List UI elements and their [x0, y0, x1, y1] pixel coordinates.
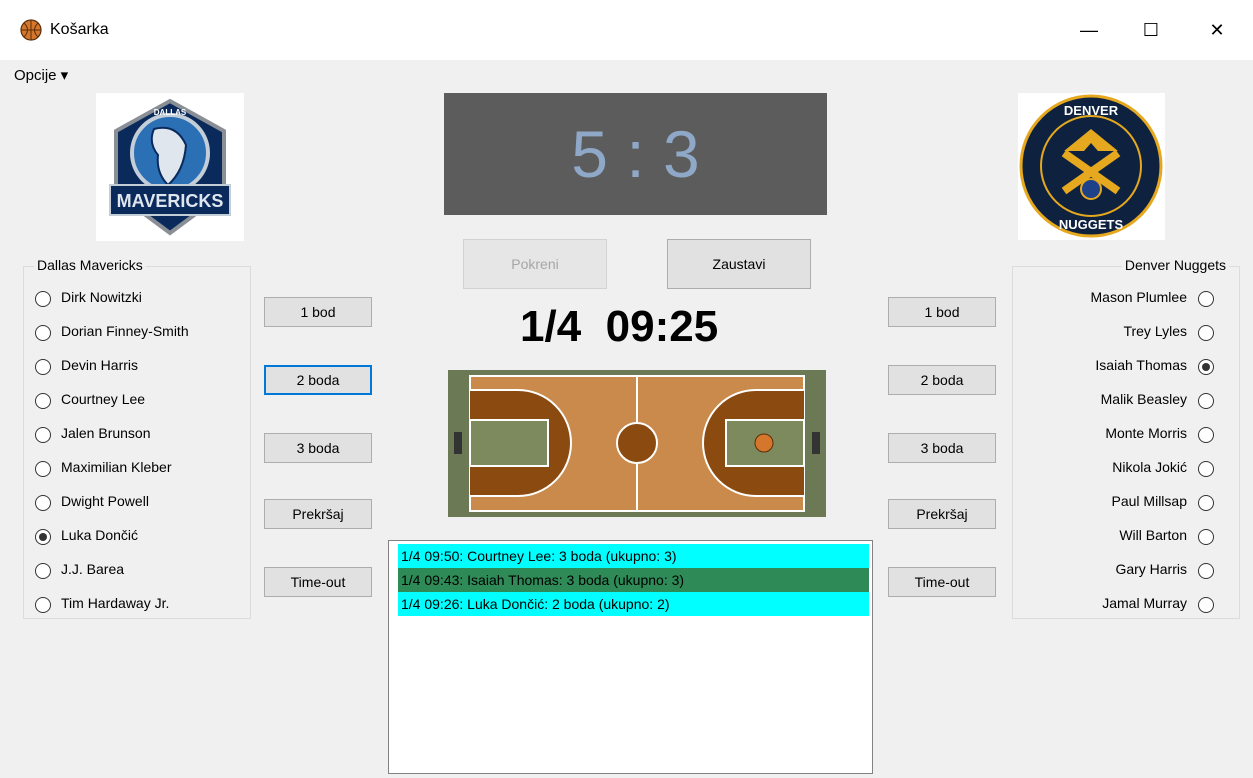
- player-label: Devin Harris: [61, 357, 139, 373]
- radio-button[interactable]: [1198, 427, 1214, 443]
- radio-button[interactable]: [1198, 597, 1214, 613]
- away-score: 3: [663, 117, 700, 191]
- radio-button[interactable]: [35, 291, 51, 307]
- player-label: Nikola Jokić: [1112, 459, 1187, 475]
- menu-bar: [0, 60, 1253, 90]
- away-3-boda-button[interactable]: 3 boda: [888, 433, 996, 463]
- start-button[interactable]: Pokreni: [463, 239, 607, 289]
- player-label: Dorian Finney-Smith: [61, 323, 189, 339]
- basketball-icon: [20, 19, 42, 41]
- basketball-court-image: [448, 370, 826, 517]
- player-label: Jalen Brunson: [61, 425, 151, 441]
- player-label: Paul Millsap: [1111, 493, 1187, 509]
- home-team-group: Dallas Mavericks Dirk Nowitzki Dorian Fi…: [23, 257, 251, 619]
- player-label: Dwight Powell: [61, 493, 149, 509]
- player-label: Maximilian Kleber: [61, 459, 172, 475]
- away-foul-button[interactable]: Prekršaj: [888, 499, 996, 529]
- minimize-button[interactable]: —: [1066, 10, 1112, 50]
- radio-button[interactable]: [1198, 291, 1214, 307]
- home-team-logo: MAVERICKS DALLAS: [96, 93, 244, 241]
- radio-button[interactable]: [35, 393, 51, 409]
- away-2-boda-button[interactable]: 2 boda: [888, 365, 996, 395]
- minimize-icon: —: [1080, 20, 1098, 40]
- radio-button[interactable]: [35, 495, 51, 511]
- home-timeout-button[interactable]: Time-out: [264, 567, 372, 597]
- radio-button[interactable]: [35, 529, 51, 545]
- radio-button[interactable]: [35, 359, 51, 375]
- log-entry[interactable]: 1/4 09:43: Isaiah Thomas: 3 boda (ukupno…: [398, 568, 869, 592]
- radio-button[interactable]: [1198, 325, 1214, 341]
- close-icon: ✕: [1209, 20, 1225, 40]
- home-3-boda-button[interactable]: 3 boda: [264, 433, 372, 463]
- player-label: Gary Harris: [1115, 561, 1187, 577]
- home-foul-button[interactable]: Prekršaj: [264, 499, 372, 529]
- away-logo-text: DENVER: [1064, 103, 1119, 118]
- away-timeout-button[interactable]: Time-out: [888, 567, 996, 597]
- radio-button[interactable]: [1198, 563, 1214, 579]
- player-label: Luka Dončić: [61, 527, 139, 543]
- log-entry[interactable]: 1/4 09:50: Courtney Lee: 3 boda (ukupno:…: [398, 544, 869, 568]
- radio-button[interactable]: [1198, 529, 1214, 545]
- menu-opcije[interactable]: Opcije ▾: [14, 66, 68, 84]
- score-separator: :: [626, 117, 645, 191]
- home-logo-top-text: DALLAS: [154, 108, 187, 117]
- home-score: 5: [571, 117, 608, 191]
- radio-button[interactable]: [1198, 393, 1214, 409]
- player-label: Monte Morris: [1105, 425, 1187, 441]
- player-label: Will Barton: [1119, 527, 1187, 543]
- player-label: Jamal Murray: [1102, 595, 1187, 611]
- radio-button[interactable]: [1198, 495, 1214, 511]
- player-label: Courtney Lee: [61, 391, 146, 407]
- time-label: 09:25: [605, 302, 719, 351]
- away-logo-bottom-text: NUGGETS: [1059, 217, 1124, 232]
- scoreboard: 5 : 3: [444, 93, 827, 215]
- home-2-boda-button[interactable]: 2 boda: [264, 365, 372, 395]
- window-title: Košarka: [50, 21, 109, 38]
- home-1-bod-button[interactable]: 1 bod: [264, 297, 372, 327]
- player-label: Trey Lyles: [1123, 323, 1187, 339]
- home-team-name: Dallas Mavericks: [34, 257, 146, 273]
- player-label: Malik Beasley: [1100, 391, 1187, 407]
- log-entry[interactable]: 1/4 09:26: Luka Dončić: 2 boda (ukupno: …: [398, 592, 869, 616]
- radio-button[interactable]: [35, 597, 51, 613]
- quarter-label: 1/4: [520, 302, 582, 351]
- player-label: Dirk Nowitzki: [61, 289, 142, 305]
- game-clock: 1/4 09:25: [520, 302, 718, 352]
- maximize-button[interactable]: ☐: [1128, 10, 1174, 50]
- close-button[interactable]: ✕: [1194, 10, 1240, 50]
- event-log[interactable]: 1/4 09:50: Courtney Lee: 3 boda (ukupno:…: [388, 540, 873, 774]
- away-team-name: Denver Nuggets: [1121, 257, 1229, 273]
- radio-button[interactable]: [35, 461, 51, 477]
- maximize-icon: ☐: [1142, 20, 1160, 40]
- player-label: Mason Plumlee: [1090, 289, 1188, 305]
- player-label: Isaiah Thomas: [1095, 357, 1187, 373]
- away-team-logo: DENVER NUGGETS: [1018, 93, 1165, 240]
- home-logo-text: MAVERICKS: [117, 191, 224, 211]
- radio-button[interactable]: [35, 427, 51, 443]
- away-1-bod-button[interactable]: 1 bod: [888, 297, 996, 327]
- radio-button[interactable]: [35, 563, 51, 579]
- stop-button[interactable]: Zaustavi: [667, 239, 811, 289]
- radio-button[interactable]: [35, 325, 51, 341]
- radio-button[interactable]: [1198, 461, 1214, 477]
- player-label: J.J. Barea: [61, 561, 125, 577]
- radio-button[interactable]: [1198, 359, 1214, 375]
- player-label: Tim Hardaway Jr.: [61, 595, 170, 611]
- away-team-group: Denver Nuggets Mason Plumlee Trey Lyles …: [1012, 257, 1240, 619]
